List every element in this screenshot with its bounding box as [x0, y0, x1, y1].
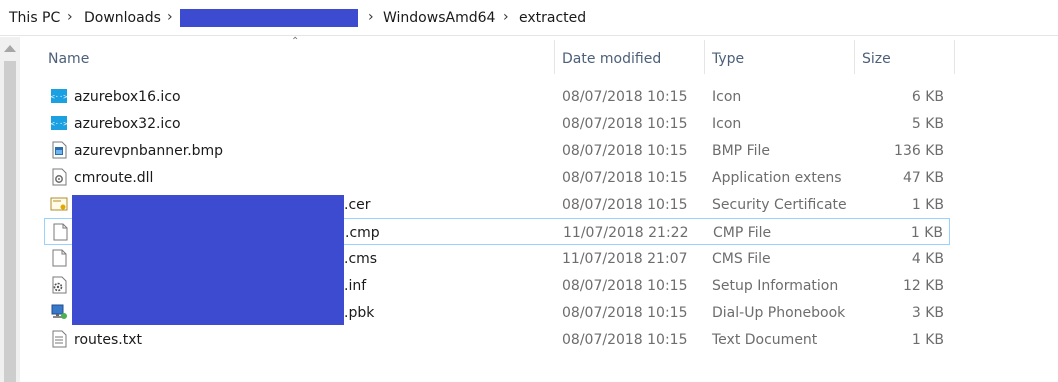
azure-vpn-icon: <··> — [51, 89, 68, 103]
redacted-folder-name — [180, 9, 358, 27]
column-header-type[interactable]: Type — [712, 51, 744, 67]
navigation-pane-scrollbar[interactable] — [0, 37, 20, 382]
file-size: 136 KB — [894, 143, 944, 159]
file-name: .inf — [344, 278, 367, 294]
file-name: .pbk — [344, 305, 375, 321]
file-date-modified: 08/07/2018 10:15 — [562, 170, 688, 186]
file-size: 6 KB — [911, 89, 944, 105]
certificate-file-icon — [50, 197, 68, 211]
file-name: cmroute.dll — [74, 170, 154, 186]
file-name: azurebox32.ico — [74, 116, 181, 132]
file-type: Setup Information — [712, 278, 839, 294]
column-divider[interactable] — [554, 40, 555, 74]
file-size: 12 KB — [902, 278, 944, 294]
file-date-modified: 11/07/2018 21:07 — [562, 251, 688, 267]
redacted-file-names — [72, 195, 344, 325]
column-header-date-modified[interactable]: Date modified — [562, 51, 661, 67]
file-type: CMP File — [713, 225, 772, 241]
file-size: 4 KB — [911, 251, 944, 267]
file-size: 1 KB — [911, 332, 944, 348]
breadcrumb-extracted[interactable]: extracted — [519, 10, 586, 26]
blank-file-icon — [53, 223, 68, 241]
breadcrumb-chevron-icon[interactable]: › — [167, 9, 173, 25]
file-size: 5 KB — [911, 116, 944, 132]
dll-file-icon — [52, 168, 67, 186]
breadcrumb-windowsamd64[interactable]: WindowsAmd64 — [383, 10, 495, 26]
file-type: Icon — [712, 116, 742, 132]
file-name: azurebox16.ico — [74, 89, 181, 105]
bitmap-file-icon — [52, 141, 67, 159]
file-size: 47 KB — [902, 170, 944, 186]
file-date-modified: 08/07/2018 10:15 — [562, 332, 688, 348]
file-name: azurevpnbanner.bmp — [74, 143, 224, 159]
file-row[interactable]: azurevpnbanner.bmp 08/07/2018 10:15 BMP … — [44, 137, 950, 164]
file-type: BMP File — [712, 143, 771, 159]
file-date-modified: 11/07/2018 21:22 — [563, 225, 689, 241]
svg-text:<··>: <··> — [51, 93, 68, 101]
file-date-modified: 08/07/2018 10:15 — [562, 305, 688, 321]
file-type: Icon — [712, 89, 742, 105]
column-header-size[interactable]: Size — [862, 51, 891, 67]
file-type: Text Document — [712, 332, 818, 348]
file-name: .cmp — [345, 225, 380, 241]
breadcrumb-chevron-icon[interactable]: › — [503, 9, 509, 25]
blank-file-icon — [52, 249, 67, 267]
sort-ascending-icon: ⌃ — [291, 36, 300, 47]
file-name: routes.txt — [74, 332, 142, 348]
column-divider[interactable] — [954, 40, 955, 74]
breadcrumb-downloads[interactable]: Downloads — [84, 10, 161, 26]
text-file-icon — [52, 330, 67, 348]
file-row[interactable]: cmroute.dll 08/07/2018 10:15 Application… — [44, 164, 950, 191]
file-date-modified: 08/07/2018 10:15 — [562, 143, 688, 159]
column-divider[interactable] — [704, 40, 705, 74]
svg-text:<··>: <··> — [51, 120, 68, 128]
file-name: .cer — [344, 197, 371, 213]
file-type: CMS File — [712, 251, 771, 267]
address-bar[interactable]: This PC › Downloads › › WindowsAmd64 › e… — [0, 0, 1058, 36]
breadcrumb-chevron-icon[interactable]: › — [67, 9, 73, 25]
file-type: Dial-Up Phonebook — [712, 305, 846, 321]
file-size: 1 KB — [911, 197, 944, 213]
column-header-name[interactable]: Name — [48, 51, 89, 67]
file-row[interactable]: <··> azurebox16.ico 08/07/2018 10:15 Ico… — [44, 83, 950, 110]
setup-info-file-icon — [52, 276, 67, 294]
azure-vpn-icon: <··> — [51, 116, 68, 130]
file-date-modified: 08/07/2018 10:15 — [562, 89, 688, 105]
file-row[interactable]: routes.txt 08/07/2018 10:15 Text Documen… — [44, 326, 950, 353]
file-date-modified: 08/07/2018 10:15 — [562, 197, 688, 213]
file-type: Application extens — [712, 170, 842, 186]
breadcrumb-this-pc[interactable]: This PC — [9, 10, 60, 26]
column-divider[interactable] — [854, 40, 855, 74]
scrollbar-thumb[interactable] — [4, 61, 16, 382]
file-size: 1 KB — [910, 225, 943, 241]
file-name: .cms — [344, 251, 378, 267]
breadcrumb-chevron-icon[interactable]: › — [368, 9, 374, 25]
file-row[interactable]: <··> azurebox32.ico 08/07/2018 10:15 Ico… — [44, 110, 950, 137]
scroll-up-arrow-icon[interactable] — [4, 45, 16, 52]
file-date-modified: 08/07/2018 10:15 — [562, 116, 688, 132]
file-type: Security Certificate — [712, 197, 847, 213]
file-date-modified: 08/07/2018 10:15 — [562, 278, 688, 294]
file-size: 3 KB — [911, 305, 944, 321]
phonebook-file-icon — [51, 304, 67, 319]
